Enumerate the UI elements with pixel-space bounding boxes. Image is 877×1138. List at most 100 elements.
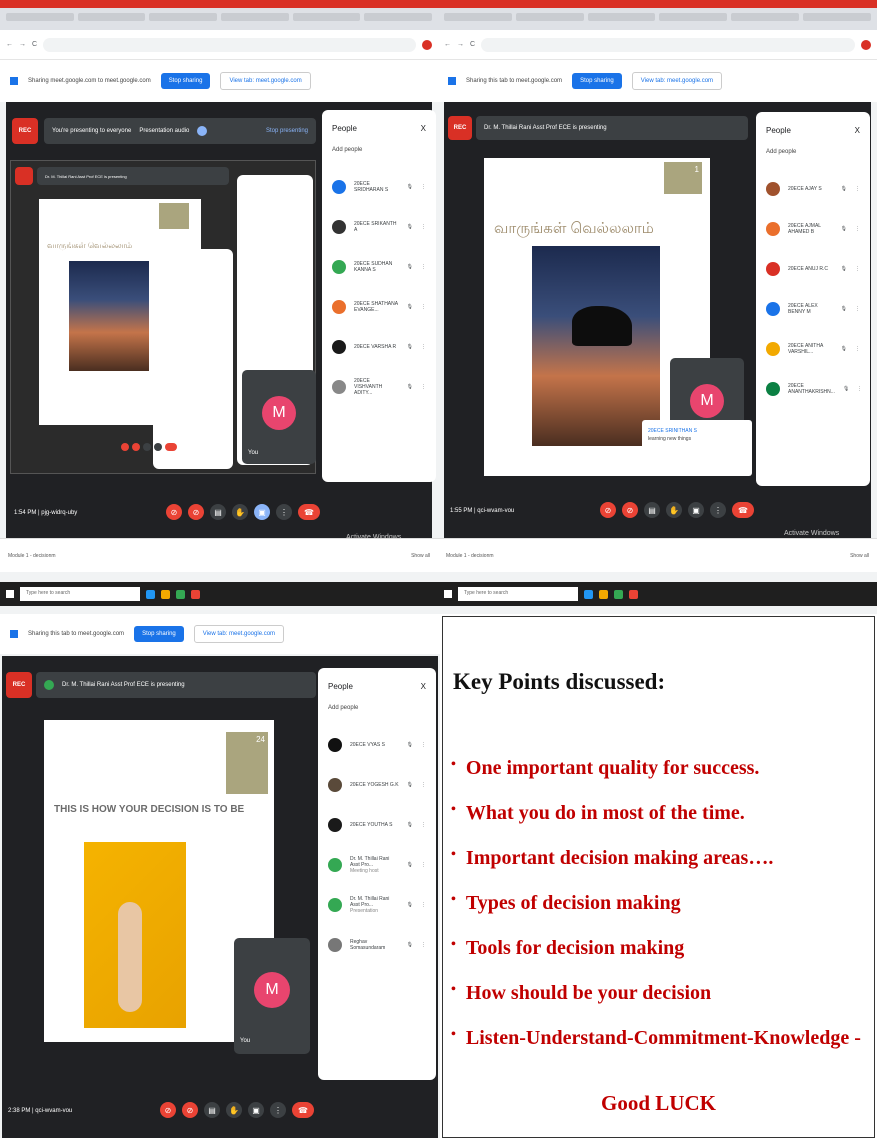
participant-row[interactable]: 20ECE AJAY S 🎙 ⋮ xyxy=(756,169,870,209)
more-icon[interactable]: ⋮ xyxy=(421,742,426,748)
view-tab-button[interactable]: View tab: meet.google.com xyxy=(631,72,723,90)
captions-button[interactable]: ▤ xyxy=(644,502,660,518)
participant-row[interactable]: 20ECE VARSHA R 🎙 ⋮ xyxy=(322,327,436,367)
participant-row[interactable]: 20ECE ANANTHAKRISHN... 🎙 ⋮ xyxy=(756,369,870,409)
more-options-button[interactable]: ⋮ xyxy=(710,502,726,518)
taskbar-search-input[interactable]: Type here to search xyxy=(458,587,578,601)
stop-sharing-button[interactable]: Stop sharing xyxy=(134,626,184,642)
participant-row[interactable]: 20ECE SRIKANTH A 🎙 ⋮ xyxy=(322,207,436,247)
camera-off-button[interactable]: ⊘ xyxy=(182,1102,198,1118)
participant-row[interactable]: 20ECE SRIDHARAN S 🎙 ⋮ xyxy=(322,167,436,207)
view-tab-button[interactable]: View tab: meet.google.com xyxy=(193,625,285,643)
more-icon[interactable]: ⋮ xyxy=(421,264,426,270)
more-icon[interactable]: ⋮ xyxy=(421,902,426,908)
edge-icon[interactable] xyxy=(584,589,593,599)
leave-call-button[interactable]: ☎ xyxy=(298,504,320,520)
camera-off-button[interactable]: ⊘ xyxy=(622,502,638,518)
more-icon[interactable]: ⋮ xyxy=(855,186,860,192)
download-item[interactable]: Module 1 - decisionm xyxy=(446,553,494,559)
more-icon[interactable]: ⋮ xyxy=(421,384,426,390)
stop-sharing-button[interactable]: Stop sharing xyxy=(572,73,622,89)
reload-icon[interactable]: C xyxy=(470,41,475,48)
add-people-button[interactable]: Add people xyxy=(322,133,436,167)
forward-icon[interactable]: → xyxy=(457,41,464,48)
app-icon[interactable] xyxy=(191,589,200,599)
participant-row[interactable]: 20ECE SUDHAN KANNA S 🎙 ⋮ xyxy=(322,247,436,287)
more-icon[interactable]: ⋮ xyxy=(421,862,426,868)
add-people-button[interactable]: Add people xyxy=(318,691,436,725)
profile-icon[interactable] xyxy=(861,39,871,50)
participant-row[interactable]: 20ECE ANITHA VARSHIL... 🎙 ⋮ xyxy=(756,329,870,369)
more-icon[interactable]: ⋮ xyxy=(855,226,860,232)
audio-toggle-icon[interactable] xyxy=(197,126,208,136)
url-field[interactable] xyxy=(43,37,416,52)
show-all-button[interactable]: Show all xyxy=(850,553,869,559)
more-icon[interactable]: ⋮ xyxy=(421,184,426,190)
participant-row[interactable]: 20ECE SHATHANA EVANGE... 🎙 ⋮ xyxy=(322,287,436,327)
more-icon[interactable]: ⋮ xyxy=(855,266,860,272)
stop-presenting-button[interactable]: Stop presenting xyxy=(266,128,308,134)
mic-off-button[interactable]: ⊘ xyxy=(166,504,182,520)
more-icon[interactable]: ⋮ xyxy=(421,782,426,788)
captions-button[interactable]: ▤ xyxy=(210,504,226,520)
more-icon[interactable]: ⋮ xyxy=(421,942,426,948)
start-icon[interactable] xyxy=(444,590,452,598)
edge-icon[interactable] xyxy=(146,589,155,599)
start-icon[interactable] xyxy=(6,590,14,598)
download-item[interactable]: Module 1 - decisionm xyxy=(8,553,56,559)
app-icon[interactable] xyxy=(629,589,638,599)
captions-button[interactable]: ▤ xyxy=(204,1102,220,1118)
participant-row[interactable]: Dr. M. Thillai Rani Asst Pro... Presentat… xyxy=(318,885,436,925)
close-icon[interactable]: X xyxy=(421,124,426,133)
show-all-button[interactable]: Show all xyxy=(411,553,430,559)
mic-off-button[interactable]: ⊘ xyxy=(600,502,616,518)
participant-row[interactable]: 20ECE VISHVANTH ADITY... 🎙 ⋮ xyxy=(322,367,436,407)
back-icon[interactable]: ← xyxy=(6,41,13,48)
view-tab-button[interactable]: View tab: meet.google.com xyxy=(220,72,311,90)
stop-sharing-button[interactable]: Stop sharing xyxy=(160,73,211,89)
raise-hand-button[interactable]: ✋ xyxy=(666,502,682,518)
participant-row[interactable]: 20ECE YOGESH G.K 🎙 ⋮ xyxy=(318,765,436,805)
present-button[interactable]: ▣ xyxy=(688,502,704,518)
raise-hand-button[interactable]: ✋ xyxy=(232,504,248,520)
mic-off-button[interactable]: ⊘ xyxy=(160,1102,176,1118)
participant-row[interactable]: 20ECE YOUTHA S 🎙 ⋮ xyxy=(318,805,436,845)
participant-row[interactable]: Reghav Somasundaram 🎙 ⋮ xyxy=(318,925,436,965)
taskbar-search-input[interactable]: Type here to search xyxy=(20,587,140,601)
more-icon[interactable]: ⋮ xyxy=(857,386,862,392)
camera-off-button[interactable]: ⊘ xyxy=(188,504,204,520)
leave-call-button[interactable]: ☎ xyxy=(732,502,754,518)
forward-icon[interactable]: → xyxy=(19,41,26,48)
more-options-button[interactable]: ⋮ xyxy=(276,504,292,520)
more-icon[interactable]: ⋮ xyxy=(421,224,426,230)
present-button[interactable]: ▣ xyxy=(248,1102,264,1118)
raise-hand-button[interactable]: ✋ xyxy=(226,1102,242,1118)
profile-icon[interactable] xyxy=(422,39,432,50)
more-options-button[interactable]: ⋮ xyxy=(270,1102,286,1118)
more-icon[interactable]: ⋮ xyxy=(421,304,426,310)
browser-tabstrip[interactable] xyxy=(438,8,877,30)
meeting-time: 1:54 PM | pjg-widrq-uby xyxy=(14,510,78,516)
participant-row[interactable]: 20ECE ALEX BENNY M 🎙 ⋮ xyxy=(756,289,870,329)
add-people-button[interactable]: Add people xyxy=(756,135,870,169)
leave-call-button[interactable]: ☎ xyxy=(292,1102,314,1118)
back-icon[interactable]: ← xyxy=(444,41,451,48)
reload-icon[interactable]: C xyxy=(32,41,37,48)
participant-row[interactable]: 20ECE ANUJ R.C 🎙 ⋮ xyxy=(756,249,870,289)
chrome-icon[interactable] xyxy=(614,589,623,599)
more-icon[interactable]: ⋮ xyxy=(421,822,426,828)
participant-row[interactable]: Dr. M. Thillai Rani Asst Pro... Meeting h… xyxy=(318,845,436,885)
participant-row[interactable]: 20ECE AJMAL AHAMED B 🎙 ⋮ xyxy=(756,209,870,249)
present-button[interactable]: ▣ xyxy=(254,504,270,520)
more-icon[interactable]: ⋮ xyxy=(855,306,860,312)
url-field[interactable] xyxy=(481,37,855,52)
browser-tabstrip[interactable] xyxy=(0,8,438,30)
close-icon[interactable]: X xyxy=(421,682,426,691)
more-icon[interactable]: ⋮ xyxy=(855,346,860,352)
folder-icon[interactable] xyxy=(161,589,170,599)
chrome-icon[interactable] xyxy=(176,589,185,599)
more-icon[interactable]: ⋮ xyxy=(421,344,426,350)
close-icon[interactable]: X xyxy=(855,126,860,135)
participant-row[interactable]: 20ECE VYAS S 🎙 ⋮ xyxy=(318,725,436,765)
folder-icon[interactable] xyxy=(599,589,608,599)
